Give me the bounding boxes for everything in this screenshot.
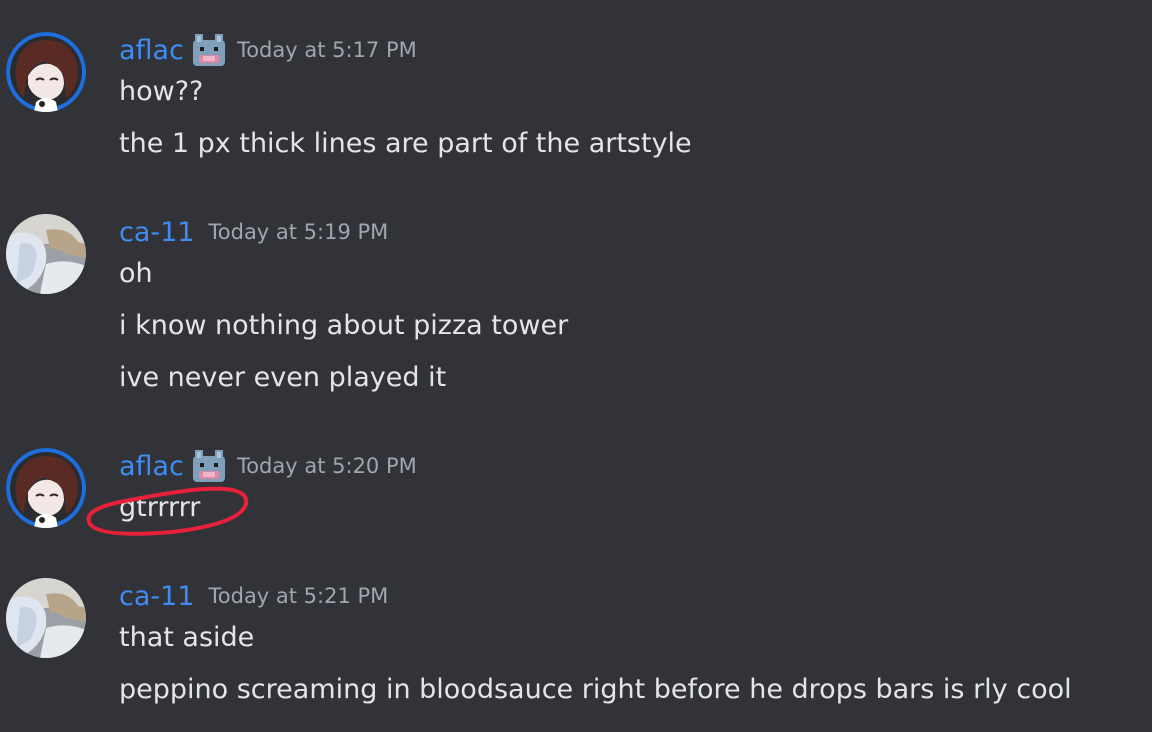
avatar[interactable] — [6, 578, 86, 658]
pixel-cat-badge-icon[interactable] — [189, 446, 229, 486]
avatar[interactable] — [6, 214, 86, 294]
message-text: oh — [119, 258, 153, 289]
chat-messages: aflac Today at 5:17 PM how?? the 1 px th… — [0, 0, 1152, 732]
message-text: peppino screaming in bloodsauce right be… — [119, 674, 1072, 705]
message-text: the 1 px thick lines are part of the art… — [119, 128, 692, 159]
timestamp: Today at 5:20 PM — [236, 454, 417, 478]
message-text: that aside — [119, 622, 255, 653]
timestamp: Today at 5:17 PM — [236, 38, 417, 62]
pixel-cat-badge-icon[interactable] — [189, 30, 229, 70]
anime-girl-avatar-icon — [6, 32, 86, 112]
username[interactable]: ca-11 — [119, 581, 195, 612]
message-text: i know nothing about pizza tower — [119, 310, 569, 341]
username[interactable]: aflac — [119, 451, 184, 482]
timestamp: Today at 5:19 PM — [208, 220, 389, 244]
message-text: gtrrrrr — [119, 492, 201, 523]
message-text: how?? — [119, 76, 204, 107]
photo-avatar-icon — [6, 214, 86, 294]
message-text: ive never even played it — [119, 362, 447, 393]
anime-girl-avatar-icon — [6, 448, 86, 528]
timestamp: Today at 5:21 PM — [208, 584, 389, 608]
photo-avatar-icon — [6, 578, 86, 658]
avatar[interactable] — [6, 448, 86, 528]
username[interactable]: aflac — [119, 35, 184, 66]
username[interactable]: ca-11 — [119, 217, 195, 248]
avatar[interactable] — [6, 32, 86, 112]
